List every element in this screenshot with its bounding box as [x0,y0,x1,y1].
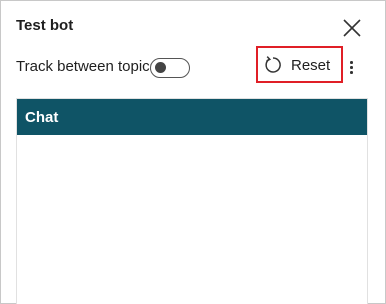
reset-label: Reset [291,56,331,74]
close-button[interactable] [341,17,363,39]
panel-title: Test bot [16,17,74,34]
toggle-knob [155,62,166,73]
more-options-button[interactable] [345,56,357,78]
more-vertical-icon [350,61,353,64]
test-bot-panel: Test bot Track between topics Reset Chat [0,0,386,304]
close-icon [343,19,361,37]
track-between-topics-label: Track between topics [16,58,158,75]
more-dot [350,66,353,69]
refresh-icon [265,56,281,73]
chat-pane: Chat [16,98,368,304]
track-between-topics-toggle[interactable] [150,58,190,78]
chat-header: Chat [17,99,367,135]
reset-button[interactable]: Reset [263,51,330,79]
more-dot [350,71,353,74]
